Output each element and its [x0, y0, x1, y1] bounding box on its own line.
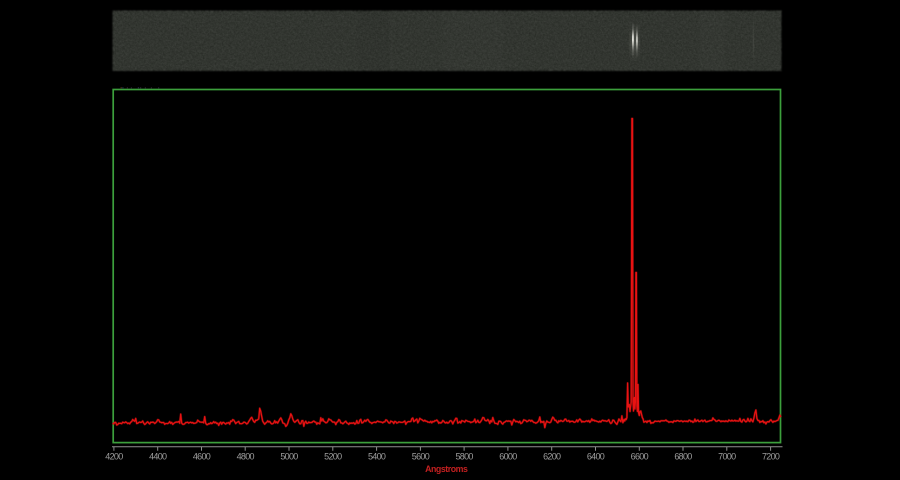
svg-text:6200: 6200 [543, 451, 561, 461]
svg-text:7200: 7200 [762, 451, 780, 461]
svg-text:6000: 6000 [499, 451, 517, 461]
svg-text:7000: 7000 [718, 451, 736, 461]
svg-text:4800: 4800 [237, 451, 255, 461]
svg-text:5200: 5200 [324, 451, 342, 461]
svg-text:5000: 5000 [280, 451, 298, 461]
svg-text:6400: 6400 [587, 451, 605, 461]
svg-text:4600: 4600 [193, 451, 211, 461]
svg-text:4200: 4200 [105, 451, 123, 461]
svg-text:5400: 5400 [368, 451, 386, 461]
svg-text:4400: 4400 [149, 451, 167, 461]
svg-text:6600: 6600 [631, 451, 649, 461]
svg-text:5600: 5600 [412, 451, 430, 461]
svg-text:6800: 6800 [674, 451, 692, 461]
svg-text:Angstroms: Angstroms [425, 464, 468, 474]
svg-text:5800: 5800 [455, 451, 473, 461]
